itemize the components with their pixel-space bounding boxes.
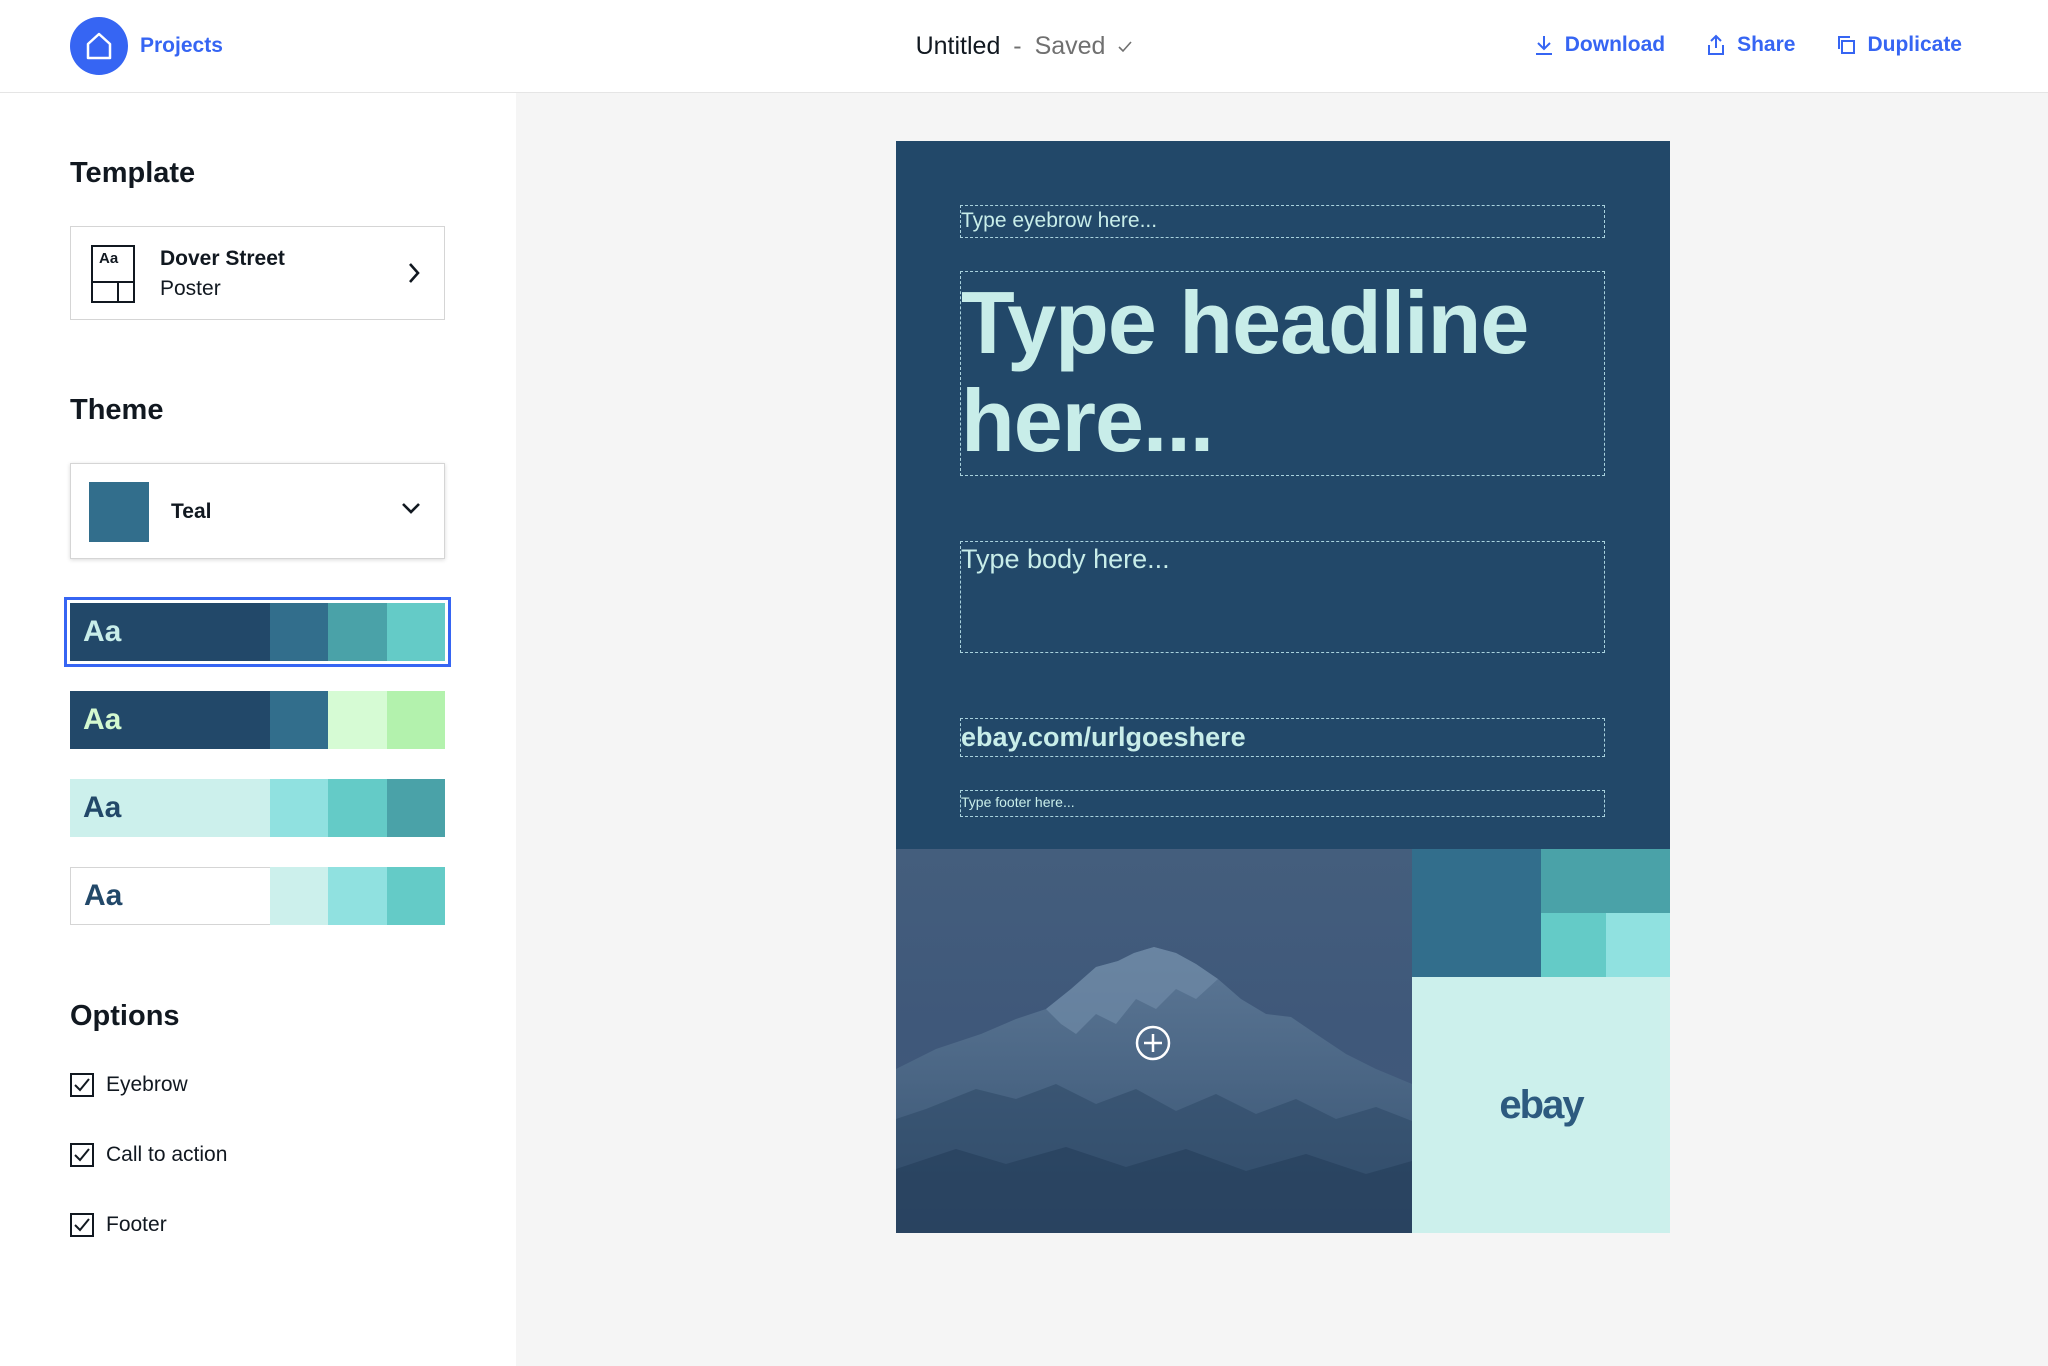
palette-swatch: [328, 603, 387, 661]
poster-artboard: Type eyebrow here... Type headline here.…: [896, 141, 1670, 1233]
share-icon: [1708, 34, 1725, 55]
saved-check-icon: [1118, 41, 1133, 53]
palette-swatch: [328, 867, 387, 925]
settings-sidebar: Template Aa Dover Street Poster Theme Te…: [0, 93, 516, 1366]
color-block-c: [1541, 913, 1606, 977]
save-status: Saved: [1034, 32, 1106, 60]
checkmark-icon: [74, 1078, 90, 1092]
palette-swatch: [386, 779, 445, 837]
template-thumbnail-label: Aa: [99, 250, 119, 267]
call-to-action-checkbox[interactable]: [70, 1143, 94, 1167]
url-text-field[interactable]: ebay.com/urlgoeshere: [960, 718, 1605, 757]
ebay-logo: ebay: [1499, 1082, 1584, 1127]
download-label: Download: [1564, 33, 1666, 56]
header-actions: Download Share Duplicate: [1533, 28, 1962, 62]
template-name: Dover Street: [160, 247, 285, 270]
palette-option-2[interactable]: Aa: [70, 691, 445, 749]
option-call-to-action[interactable]: Call to action: [70, 1140, 227, 1170]
template-picker[interactable]: Aa Dover Street Poster: [70, 226, 445, 320]
checkmark-icon: [74, 1218, 90, 1232]
theme-selected-value: Teal: [171, 500, 212, 523]
template-thumbnail: Aa: [91, 245, 135, 303]
duplicate-label: Duplicate: [1867, 33, 1962, 56]
option-label: Footer: [106, 1213, 167, 1236]
projects-link[interactable]: Projects: [140, 30, 223, 62]
download-button[interactable]: Download: [1533, 28, 1665, 62]
options-heading: Options: [70, 1000, 180, 1032]
theme-swatch: [89, 482, 149, 542]
color-block-a: [1412, 849, 1541, 977]
eyebrow-text-field[interactable]: Type eyebrow here...: [960, 205, 1605, 238]
share-label: Share: [1737, 33, 1796, 56]
option-footer[interactable]: Footer: [70, 1210, 167, 1240]
top-header: Projects Untitled - Saved Download Share: [0, 0, 2048, 93]
duplicate-button[interactable]: Duplicate: [1835, 28, 1962, 62]
footer-checkbox[interactable]: [70, 1213, 94, 1237]
duplicate-icon: [1838, 36, 1856, 54]
palette-option-1[interactable]: Aa: [64, 597, 451, 667]
palette-option-4[interactable]: Aa: [70, 867, 445, 925]
download-icon: [1535, 36, 1552, 55]
thumbnail-divider: [93, 281, 133, 283]
color-block-b: [1541, 849, 1670, 913]
palette-sample: Aa: [70, 691, 270, 749]
logo-block: ebay: [1412, 977, 1670, 1233]
option-eyebrow[interactable]: Eyebrow: [70, 1070, 188, 1100]
home-icon: [86, 32, 112, 60]
palette-swatch: [270, 691, 329, 749]
headline-line: here...: [961, 371, 1214, 470]
add-image-icon[interactable]: [1134, 1024, 1172, 1062]
thumbnail-divider: [117, 281, 119, 303]
template-heading: Template: [70, 157, 196, 189]
theme-dropdown[interactable]: Teal: [70, 463, 445, 559]
option-label: Call to action: [106, 1143, 228, 1166]
palette-swatch: [328, 691, 387, 749]
palette-swatch: [386, 603, 445, 661]
headline-line: Type headline: [961, 273, 1529, 372]
title-separator: -: [1013, 32, 1022, 60]
eyebrow-checkbox[interactable]: [70, 1073, 94, 1097]
theme-heading: Theme: [70, 394, 164, 426]
option-label: Eyebrow: [106, 1073, 188, 1096]
share-button[interactable]: Share: [1705, 28, 1795, 62]
palette-sample: Aa: [70, 603, 270, 661]
palette-swatch: [270, 603, 329, 661]
palette-swatch: [328, 779, 387, 837]
checkmark-icon: [74, 1148, 90, 1162]
body-text-field[interactable]: Type body here...: [960, 541, 1605, 653]
palette-swatch: [386, 867, 445, 925]
palette-sample: Aa: [70, 867, 270, 925]
template-type: Poster: [160, 277, 221, 300]
footer-text-field[interactable]: Type footer here...: [960, 790, 1605, 817]
palette-swatch: [386, 691, 445, 749]
palette-swatch: [270, 867, 329, 925]
palette-swatch: [270, 779, 329, 837]
chevron-down-icon: [402, 503, 420, 514]
design-canvas: Type eyebrow here... Type headline here.…: [516, 93, 2048, 1366]
color-block-d: [1605, 913, 1670, 977]
headline-text-field[interactable]: Type headline here...: [960, 271, 1605, 476]
palette-sample: Aa: [70, 779, 270, 837]
palette-option-3[interactable]: Aa: [70, 779, 445, 837]
image-placeholder[interactable]: [896, 849, 1412, 1233]
chevron-right-icon: [409, 263, 420, 283]
home-button[interactable]: [70, 17, 128, 75]
document-title[interactable]: Untitled: [916, 32, 1001, 60]
